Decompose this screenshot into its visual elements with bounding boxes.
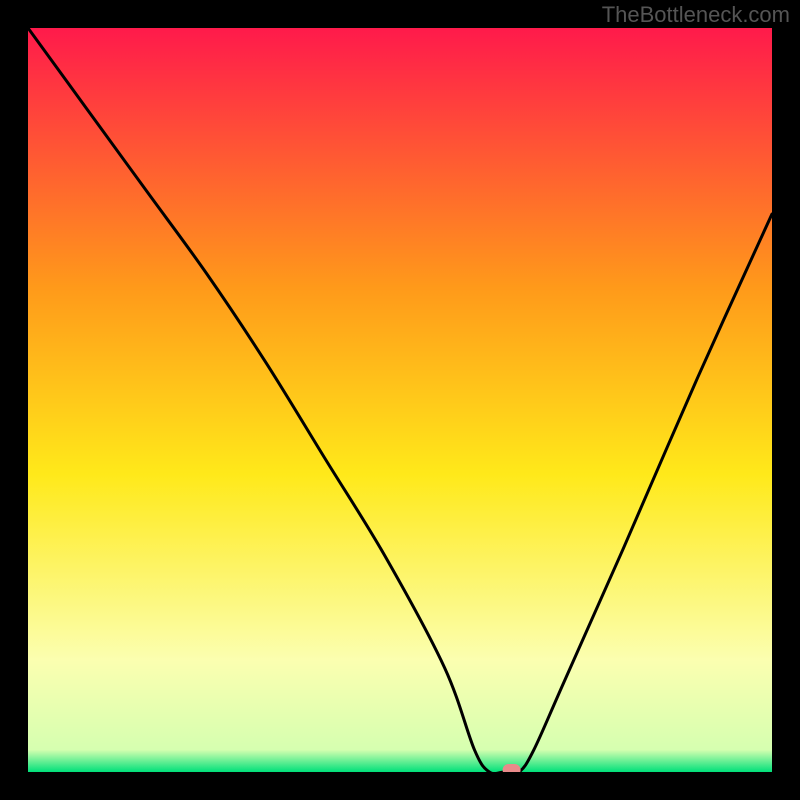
gradient-background (28, 28, 772, 772)
watermark-label: TheBottleneck.com (602, 2, 790, 28)
chart-frame: TheBottleneck.com (0, 0, 800, 800)
bottleneck-chart (0, 0, 800, 800)
optimum-marker (503, 764, 521, 776)
